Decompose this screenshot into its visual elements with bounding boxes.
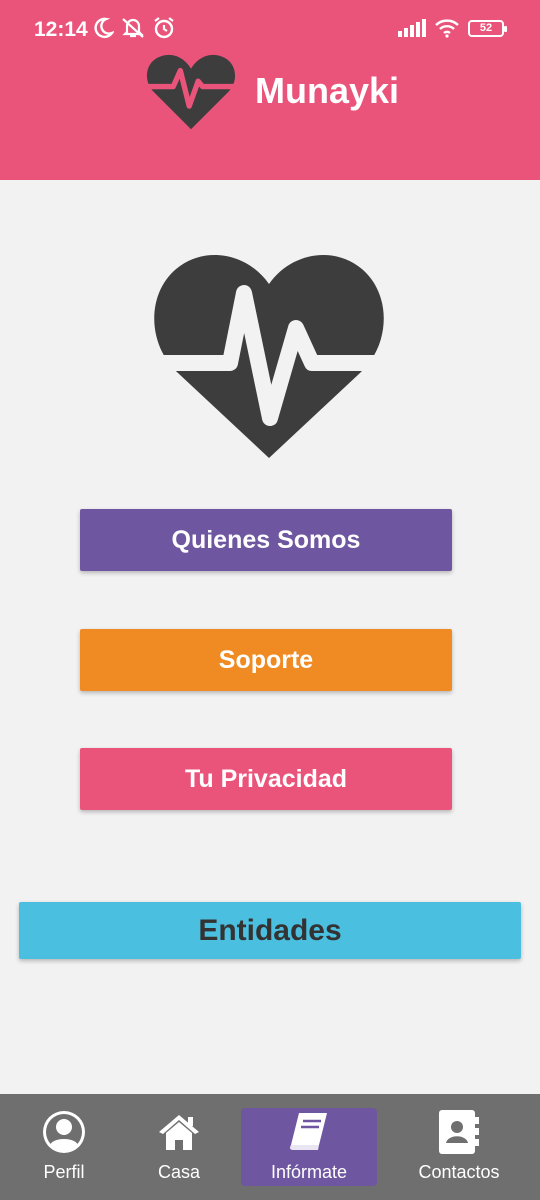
bottom-nav: Perfil Casa Infórmate Contactos [0,1094,540,1200]
app-brand: Munayki [145,50,399,132]
nav-item-perfil[interactable]: Perfil [20,1108,108,1186]
entidades-button[interactable]: Entidades [19,902,521,959]
nav-item-casa[interactable]: Casa [140,1108,218,1186]
app-title: Munayki [255,70,400,111]
tu-privacidad-button[interactable]: Tu Privacidad [80,748,452,810]
nav-label-informate: Infórmate [270,1162,348,1182]
wifi-icon [435,19,459,38]
nav-label-casa: Casa [157,1162,201,1182]
nav-item-informate[interactable]: Infórmate [241,1108,377,1186]
quienes-somos-button[interactable]: Quienes Somos [80,509,452,571]
app-screen: 12:14 52 Munayki Quienes Somos Soporte T… [0,0,540,1200]
book-icon [289,1113,327,1150]
battery-level: 52 [479,21,493,34]
home-icon [159,1115,199,1150]
alarm-icon [154,17,174,39]
contacts-book-icon [439,1110,479,1154]
moon-icon [94,17,114,39]
signal-icon [398,19,426,37]
app-header: 12:14 52 Munayki [0,0,540,180]
heart-pulse-icon [146,254,392,458]
battery-icon: 52 [468,19,507,37]
soporte-button[interactable]: Soporte [80,629,452,691]
status-time: 12:14 [34,18,88,41]
user-circle-icon [43,1111,85,1153]
nav-label-contactos: Contactos [418,1162,500,1182]
nav-item-contactos[interactable]: Contactos [404,1108,514,1186]
heart-pulse-icon [145,54,237,130]
nav-label-perfil: Perfil [43,1162,85,1182]
notifications-off-icon [122,18,144,38]
